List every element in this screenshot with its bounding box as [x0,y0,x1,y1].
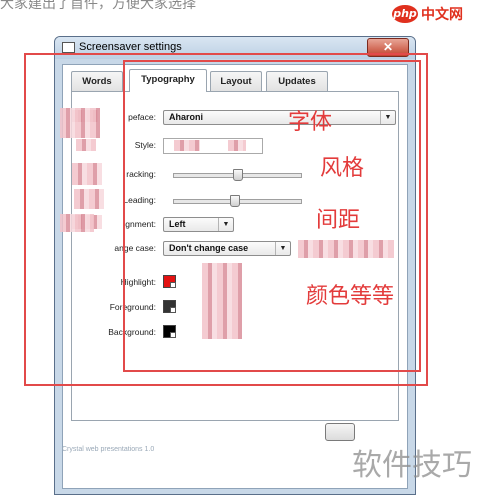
annotation-style: 风格 [320,156,365,181]
page-caption: 大家建出了首件，方便大家选择 [0,0,196,11]
annotation-spacing: 间距 [316,208,361,233]
blurred-side-label [60,214,94,232]
close-icon: ✕ [382,40,394,54]
blurred-side-label [60,108,100,138]
site-logo-text: 中文网 [421,6,463,22]
copyright-text: Crystal web presentations 1.0 [62,446,155,453]
window-title: Screensaver settings [79,41,182,53]
php-badge: php [392,5,418,23]
window-icon [62,42,75,53]
annotation-colors: 颜色等等 [306,284,395,309]
site-logo: php 中文网 [392,4,463,24]
annotation-font: 字体 [288,110,333,135]
tab-typography[interactable]: Typography [129,69,207,92]
annotation-box-inner [123,60,421,372]
watermark: 软件技巧 [352,448,472,483]
ok-button[interactable] [325,423,355,441]
